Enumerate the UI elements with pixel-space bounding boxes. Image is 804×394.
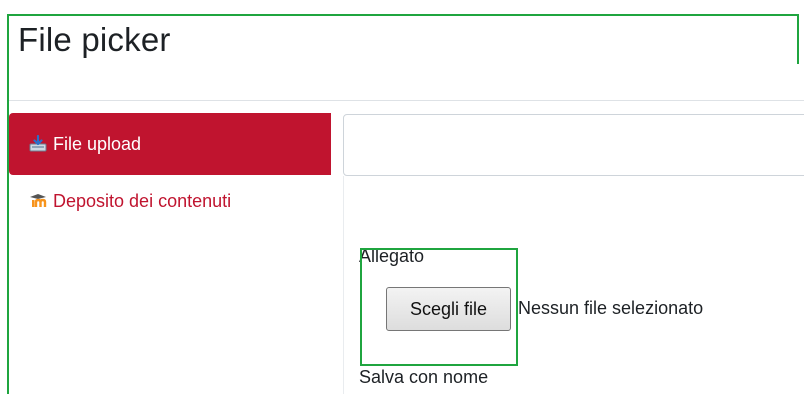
content-divider bbox=[343, 176, 344, 394]
sidebar-item-file-upload[interactable]: File upload bbox=[9, 113, 331, 175]
moodle-icon bbox=[29, 191, 47, 209]
sidebar-item-label: File upload bbox=[53, 133, 142, 154]
file-picker-dialog: File picker File upload Deposito dei con… bbox=[0, 0, 804, 394]
repository-sidebar: File upload Deposito dei contenuti bbox=[9, 113, 331, 235]
sidebar-item-content-bank[interactable]: Deposito dei contenuti bbox=[9, 175, 331, 235]
dialog-title: File picker bbox=[18, 21, 171, 58]
sidebar-item-label: Deposito dei contenuti bbox=[53, 191, 232, 211]
highlight-outline-right bbox=[797, 14, 799, 64]
save-as-label: Salva con nome bbox=[359, 367, 489, 387]
choose-file-button[interactable]: Scegli file bbox=[386, 287, 511, 331]
header-divider bbox=[9, 100, 804, 101]
no-file-selected-text: Nessun file selezionato bbox=[518, 298, 704, 318]
toolbar-box bbox=[343, 114, 804, 176]
upload-icon bbox=[29, 134, 47, 153]
attachment-label: Allegato bbox=[359, 246, 425, 266]
